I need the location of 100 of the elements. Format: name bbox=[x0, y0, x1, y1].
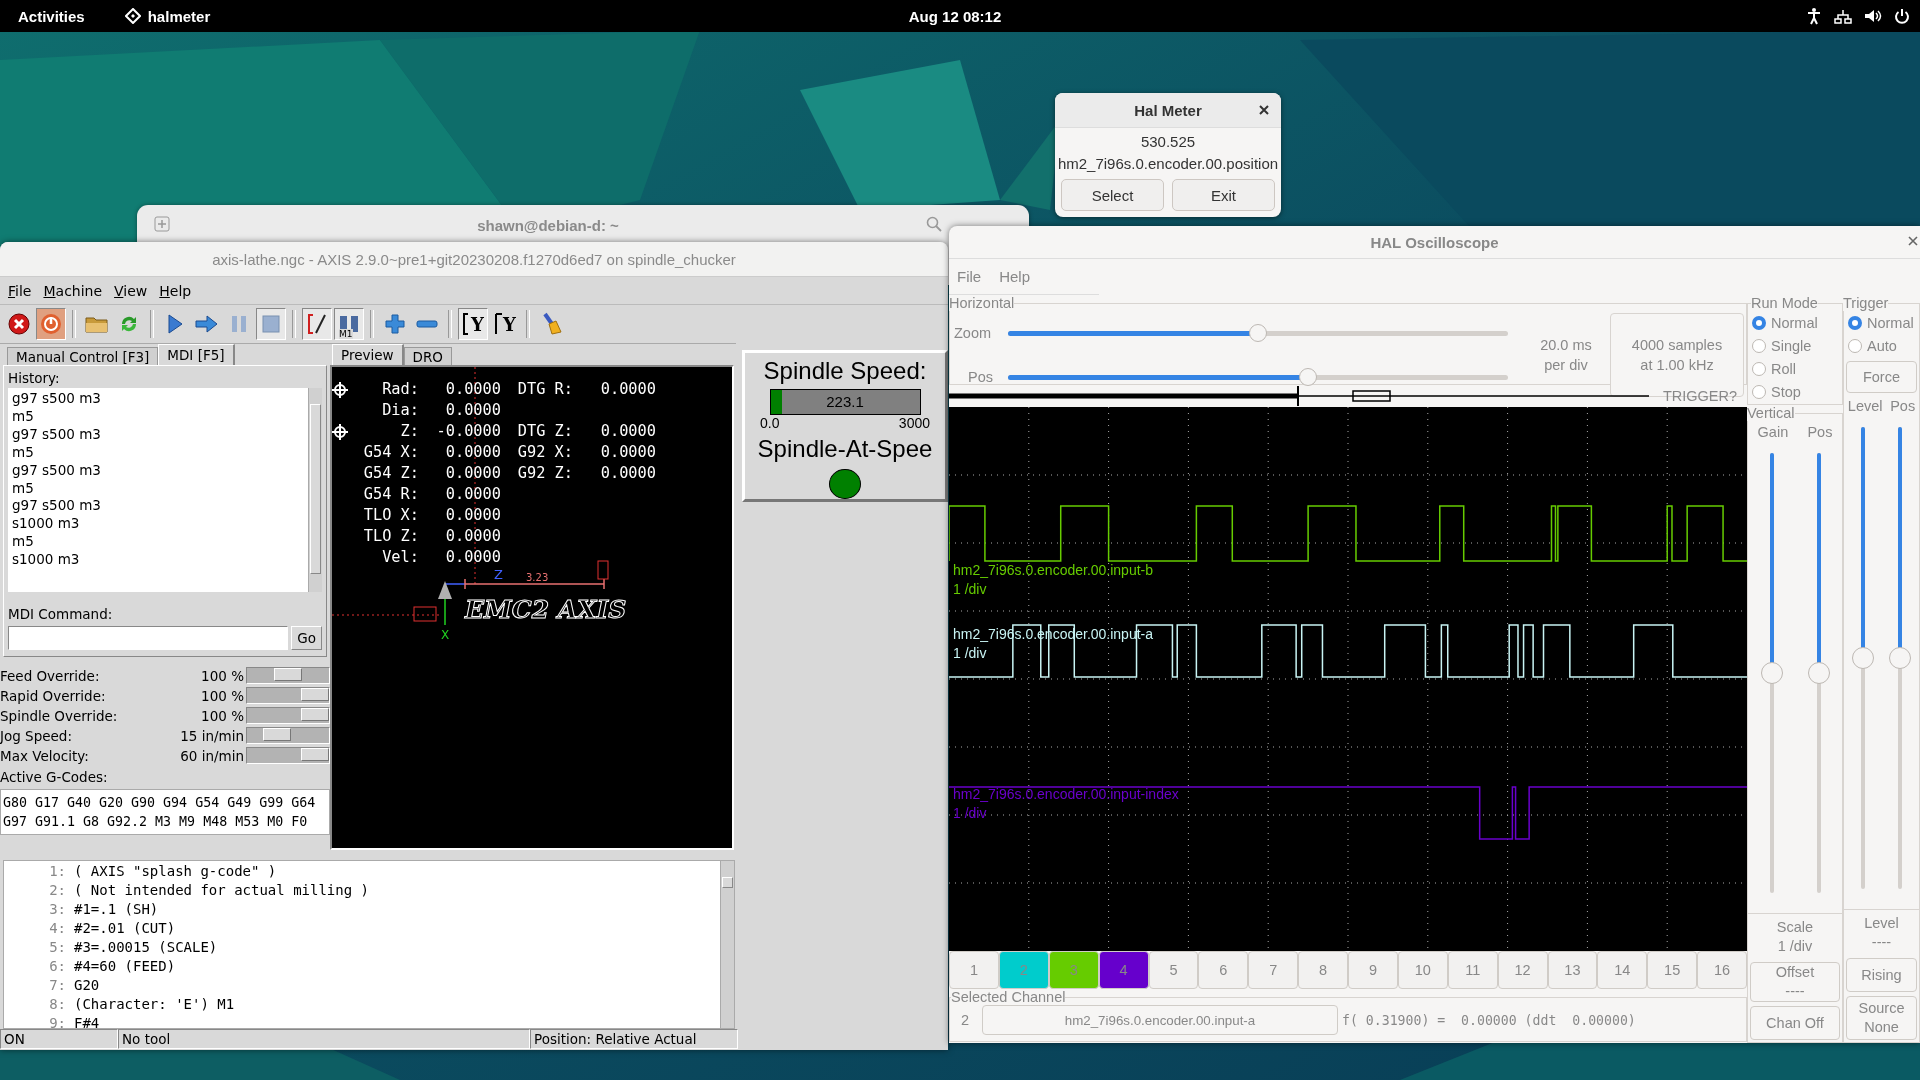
dro-label: G92 Z: bbox=[516, 463, 573, 484]
channel-button[interactable]: 14 bbox=[1597, 951, 1648, 989]
mdi-command-field[interactable] bbox=[8, 626, 289, 650]
radio-button[interactable]: Single bbox=[1752, 334, 1842, 357]
channel-button[interactable]: 15 bbox=[1647, 951, 1698, 989]
toolbar-button[interactable]: M1 bbox=[334, 308, 364, 340]
scale-max: 3000 bbox=[898, 414, 930, 431]
menu-item[interactable]: Machine bbox=[37, 282, 109, 299]
menu-item[interactable]: Help bbox=[153, 282, 198, 299]
slider-track[interactable] bbox=[246, 707, 330, 724]
slider-label: Pos bbox=[1890, 398, 1916, 414]
channel-button[interactable]: 13 bbox=[1547, 951, 1598, 989]
slider-track[interactable] bbox=[246, 687, 330, 704]
offset-button[interactable]: Offset ---- bbox=[1750, 962, 1840, 1002]
code-line: #2=.01 (CUT) bbox=[74, 919, 176, 938]
override-label: Jog Speed: bbox=[0, 727, 73, 744]
dialog-button[interactable]: Exit bbox=[1172, 179, 1275, 211]
dro-label: TLO X: bbox=[362, 505, 419, 526]
history-item[interactable]: s1000 m3 bbox=[12, 515, 304, 534]
menu-item[interactable]: Help bbox=[999, 268, 1031, 285]
radio-button[interactable]: Stop bbox=[1752, 380, 1842, 403]
pin-name: hm2_7i96s.0.encoder.00.position bbox=[1056, 154, 1280, 174]
history-item[interactable]: m5 bbox=[12, 479, 304, 498]
radio-button[interactable]: Normal bbox=[1844, 311, 1919, 334]
slider-track[interactable] bbox=[1008, 323, 1508, 343]
slider-track[interactable] bbox=[246, 727, 330, 744]
edge-button[interactable]: Rising bbox=[1846, 958, 1917, 992]
activities-button[interactable]: Activities bbox=[0, 3, 95, 29]
channel-button[interactable]: 5 bbox=[1148, 951, 1199, 989]
override-label: Spindle Override: bbox=[0, 707, 118, 724]
channel-button[interactable]: 3 bbox=[1048, 951, 1099, 989]
clock[interactable]: Aug 12 08:12 bbox=[898, 3, 1012, 29]
line-number: 6: bbox=[48, 957, 67, 976]
chan-off-button[interactable]: Chan Off bbox=[1750, 1006, 1840, 1040]
radio-button[interactable]: Roll bbox=[1752, 357, 1842, 380]
radio-button[interactable]: Auto bbox=[1844, 334, 1919, 357]
slider-track[interactable] bbox=[1851, 427, 1874, 889]
channel-button[interactable]: 8 bbox=[1298, 951, 1348, 989]
gcode-line: G97 G91.1 G8 G92.2 M3 M9 M48 M53 M0 F0 bbox=[3, 813, 309, 831]
slider-thumb[interactable] bbox=[1760, 662, 1783, 684]
menu-item[interactable]: File bbox=[957, 268, 982, 285]
channel-button[interactable]: 4 bbox=[1098, 951, 1149, 989]
channel-button[interactable]: 12 bbox=[1497, 951, 1548, 989]
home-marker-icon bbox=[332, 423, 348, 440]
slider-track[interactable] bbox=[246, 667, 330, 684]
source-button[interactable]: Source None bbox=[1846, 996, 1917, 1040]
dro-label: G54 R: bbox=[362, 484, 419, 505]
slider-track[interactable] bbox=[246, 747, 330, 764]
tab[interactable]: Manual Control [F3] bbox=[7, 347, 159, 365]
history-item[interactable]: g97 s500 m3 bbox=[12, 497, 304, 516]
channel-button[interactable]: 9 bbox=[1348, 951, 1398, 989]
group-label: Vertical bbox=[1747, 405, 1795, 421]
channel-readout: f( 0.31900) = 0.00000 (ddt 0.00000) bbox=[1342, 1012, 1636, 1028]
toolbar-button[interactable]: Y bbox=[458, 308, 488, 340]
force-button[interactable]: Force bbox=[1846, 361, 1917, 393]
accessibility-icon[interactable] bbox=[1806, 7, 1822, 25]
toolbar-button[interactable]: Y bbox=[490, 308, 520, 340]
history-item[interactable]: g97 s500 m3 bbox=[12, 425, 304, 444]
history-item[interactable]: g97 s500 m3 bbox=[12, 461, 304, 480]
channel-button[interactable]: 1 bbox=[949, 951, 999, 989]
history-item[interactable]: m5 bbox=[12, 443, 304, 462]
meter-value: 530.525 bbox=[1139, 132, 1197, 152]
channel-button[interactable]: 6 bbox=[1198, 951, 1249, 989]
history-item[interactable]: m5 bbox=[12, 533, 304, 552]
dro-value: 0.0000 bbox=[444, 442, 501, 463]
slider-track[interactable] bbox=[1889, 427, 1912, 889]
slider-thumb[interactable] bbox=[1249, 324, 1267, 342]
slider-track[interactable] bbox=[1807, 453, 1830, 893]
history-item[interactable]: m5 bbox=[12, 407, 304, 426]
channel-button[interactable]: 16 bbox=[1697, 951, 1747, 989]
menu-item[interactable]: File bbox=[2, 282, 38, 299]
radio-button[interactable]: Normal bbox=[1752, 311, 1842, 334]
slider-thumb[interactable] bbox=[1299, 368, 1317, 386]
app-menu-button[interactable]: halmeter bbox=[114, 3, 221, 29]
code-line: #1=.1 (SH) bbox=[74, 900, 159, 919]
toolbar-button[interactable] bbox=[302, 308, 332, 340]
pin-selector-button[interactable]: hm2_7i96s.0.encoder.00.input-a bbox=[982, 1005, 1338, 1035]
history-item[interactable]: g97 s500 m3 bbox=[12, 390, 304, 408]
slider-label: Gain bbox=[1757, 424, 1789, 440]
scrollbar[interactable] bbox=[720, 861, 734, 1028]
tab[interactable]: DRO bbox=[403, 347, 452, 365]
slider-track[interactable] bbox=[1760, 453, 1783, 893]
folder-icon bbox=[85, 314, 109, 334]
tab[interactable]: MDI [F5] bbox=[158, 344, 235, 365]
channel-button[interactable]: 11 bbox=[1447, 951, 1498, 989]
override-value: 15 in/min bbox=[179, 727, 245, 744]
channel-button[interactable]: 10 bbox=[1397, 951, 1448, 989]
slider-thumb[interactable] bbox=[1807, 662, 1830, 684]
menu-item[interactable]: View bbox=[108, 282, 154, 299]
channel-button[interactable]: 2 bbox=[998, 951, 1049, 989]
channel-button[interactable]: 7 bbox=[1248, 951, 1299, 989]
tab[interactable]: Preview bbox=[332, 344, 404, 365]
history-item[interactable]: s1000 m3 bbox=[12, 551, 304, 570]
slider-track[interactable] bbox=[1008, 367, 1508, 387]
scrollbar[interactable] bbox=[308, 388, 322, 592]
dialog-button[interactable]: Select bbox=[1061, 179, 1164, 211]
go-button[interactable]: Go bbox=[291, 626, 322, 650]
system-menu-button[interactable] bbox=[1834, 8, 1910, 24]
slider-thumb[interactable] bbox=[1851, 647, 1874, 669]
slider-thumb[interactable] bbox=[1889, 647, 1912, 669]
